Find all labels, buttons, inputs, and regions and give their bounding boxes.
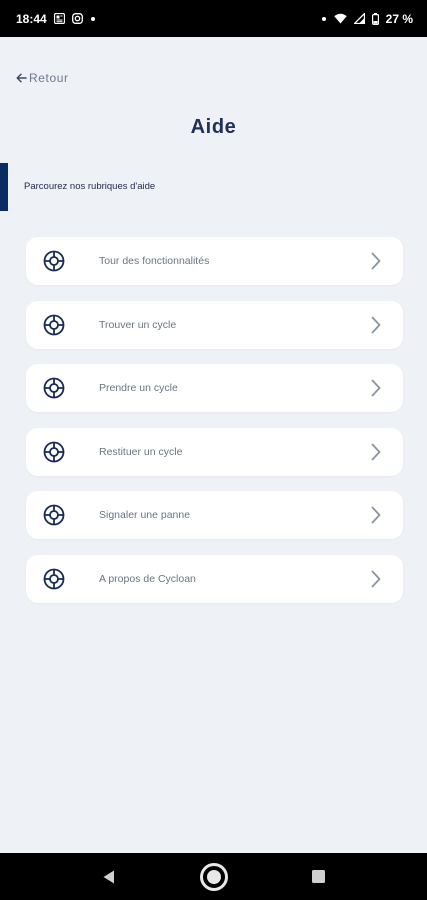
lifebuoy-icon: [43, 377, 65, 399]
chevron-right-icon: [371, 316, 381, 334]
help-topic-label: Restituer un cycle: [99, 445, 183, 458]
system-nav-bar: [0, 853, 427, 900]
chevron-right-icon: [371, 443, 381, 461]
help-topic-label: Prendre un cycle: [99, 382, 178, 394]
help-topic-find-cycle[interactable]: Trouver un cycle: [26, 300, 403, 349]
lifebuoy-icon: [43, 441, 65, 463]
back-button[interactable]: Retour: [16, 71, 69, 85]
back-label: Retour: [29, 71, 69, 85]
help-topic-about[interactable]: A propos de Cycloan: [26, 554, 403, 603]
status-left: 18:44: [16, 12, 96, 26]
help-topic-take-cycle[interactable]: Prendre un cycle: [26, 364, 403, 412]
lifebuoy-icon: [43, 504, 65, 526]
signal-icon: [353, 13, 365, 24]
arrow-left-icon: [16, 73, 27, 83]
page-title: Aide: [190, 116, 237, 138]
battery-percent: 27 %: [385, 11, 413, 26]
section-accent-bar: [0, 163, 8, 211]
help-topic-label: Trouver un cycle: [99, 318, 177, 331]
help-topic-label: A propos de Cycloan: [99, 572, 196, 585]
back-triangle-icon[interactable]: [101, 869, 117, 885]
home-circle-icon[interactable]: [199, 862, 229, 892]
lifebuoy-icon: [43, 568, 65, 590]
status-bar: 18:44 27 %: [0, 0, 427, 37]
help-topic-label: Tour des fonctionnalités: [99, 255, 210, 267]
newspaper-icon: [53, 13, 65, 24]
status-time: 18:44: [16, 11, 47, 26]
wifi-icon: [333, 13, 347, 24]
dot-icon: [321, 16, 327, 22]
help-topics-list: Tour des fonctionnalités Trouver un cycl…: [26, 237, 403, 618]
lifebuoy-icon: [43, 250, 65, 272]
dot-icon: [90, 16, 96, 22]
section-subtitle: Parcourez nos rubriques d'aide: [24, 181, 156, 192]
status-right: 27 %: [321, 12, 413, 26]
lifebuoy-icon: [43, 314, 65, 336]
help-topic-report-failure[interactable]: Signaler une panne: [26, 491, 403, 539]
help-topic-label: Signaler une panne: [99, 509, 191, 521]
recents-square-icon[interactable]: [311, 869, 326, 884]
app-content: Retour Aide Parcourez nos rubriques d'ai…: [0, 37, 427, 853]
chevron-right-icon: [371, 379, 381, 397]
instagram-icon: [71, 13, 83, 24]
help-topic-return-cycle[interactable]: Restituer un cycle: [26, 427, 403, 476]
chevron-right-icon: [371, 570, 381, 588]
chevron-right-icon: [371, 506, 381, 524]
battery-icon: [371, 12, 379, 25]
help-topic-tour[interactable]: Tour des fonctionnalités: [26, 237, 403, 285]
chevron-right-icon: [371, 252, 381, 270]
